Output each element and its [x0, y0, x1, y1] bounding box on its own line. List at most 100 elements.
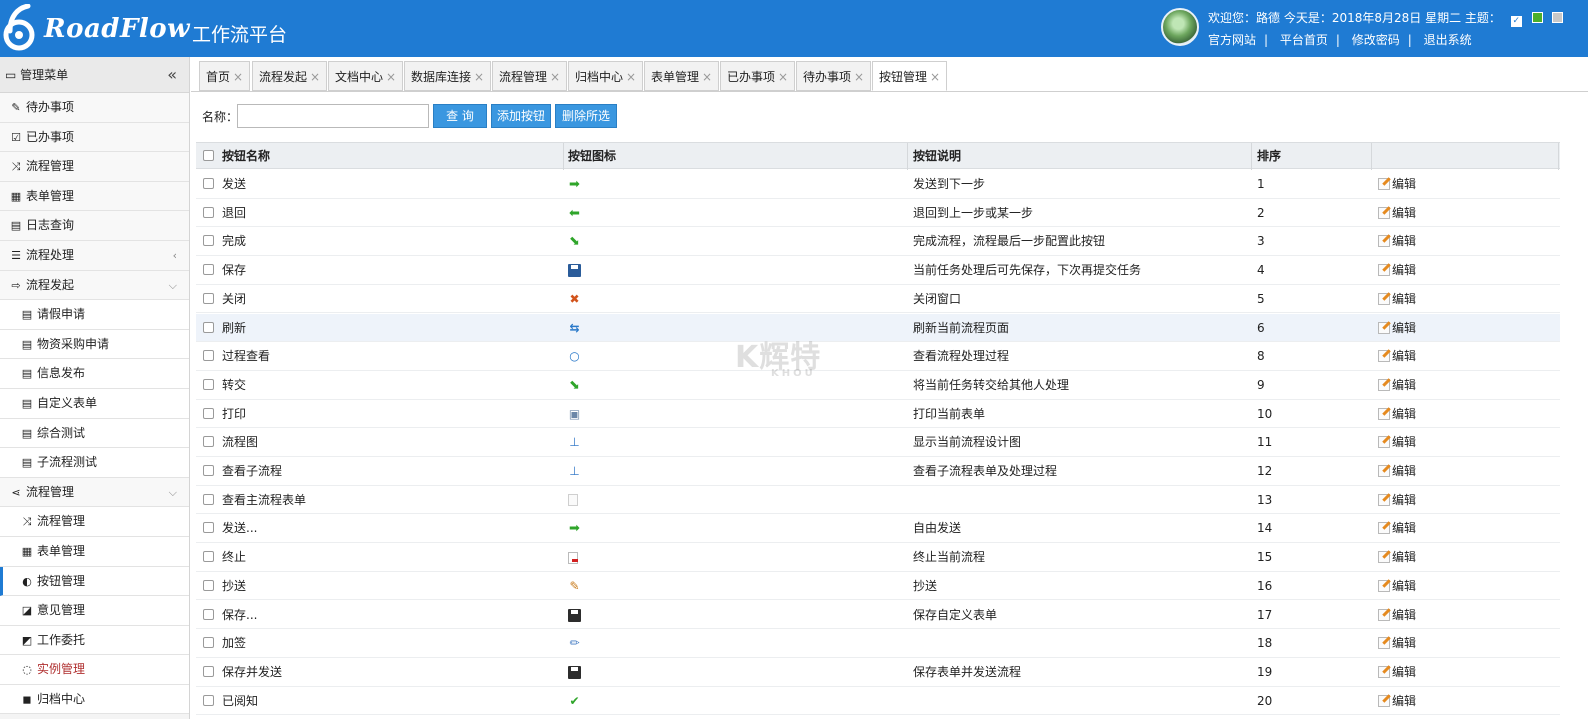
tab[interactable]: 数据库连接 ×: [404, 61, 492, 91]
scrollbar[interactable]: [1561, 142, 1588, 719]
theme-blue-check-icon[interactable]: ✓: [1510, 16, 1522, 27]
tab[interactable]: 文档中心 ×: [328, 61, 404, 91]
row-checkbox[interactable]: [203, 378, 214, 390]
close-tab-icon[interactable]: ×: [310, 70, 320, 84]
sidebar-item[interactable]: ▤ 信息发布: [0, 359, 189, 389]
close-tab-icon[interactable]: ×: [930, 70, 940, 84]
theme-green-swatch[interactable]: [1531, 12, 1543, 23]
header-name[interactable]: 按钮名称: [222, 143, 270, 169]
table-row[interactable]: 已阅知 ✔ 20 编辑: [196, 687, 1560, 716]
edit-link[interactable]: 编辑: [1378, 629, 1416, 657]
edit-link[interactable]: 编辑: [1378, 543, 1416, 571]
table-row[interactable]: 过程查看 ○ 查看流程处理过程 8 编辑: [196, 342, 1560, 371]
table-row[interactable]: 抄送 ✎ 抄送 16 编辑: [196, 572, 1560, 601]
row-checkbox[interactable]: [203, 637, 214, 649]
row-checkbox[interactable]: [203, 551, 214, 563]
table-row[interactable]: 关闭 ✖ 关闭窗口 5 编辑: [196, 285, 1560, 314]
row-checkbox[interactable]: [203, 206, 214, 218]
table-row[interactable]: 保存并发送 保存表单并发送流程 19 编辑: [196, 658, 1560, 687]
table-row[interactable]: 流程图 ⊥ 显示当前流程设计图 11 编辑: [196, 428, 1560, 457]
sidebar-item[interactable]: ▤ 请假申请: [0, 300, 189, 330]
edit-link[interactable]: 编辑: [1378, 285, 1416, 313]
sidebar-item[interactable]: ⤨ 流程管理: [0, 152, 189, 182]
sidebar-item[interactable]: ✎ 待办事项: [0, 93, 189, 123]
table-row[interactable]: 刷新 ⇆ 刷新当前流程页面 6 编辑: [196, 313, 1560, 343]
table-row[interactable]: 查看子流程 ⊥ 查看子流程表单及处理过程 12 编辑: [196, 457, 1560, 486]
tab[interactable]: 流程管理 ×: [492, 61, 568, 91]
row-checkbox[interactable]: [203, 264, 214, 276]
close-tab-icon[interactable]: ×: [626, 70, 636, 84]
logout-link[interactable]: 退出系统: [1424, 33, 1472, 47]
header-icon[interactable]: 按钮图标: [568, 143, 616, 169]
edit-link[interactable]: 编辑: [1378, 371, 1416, 399]
close-tab-icon[interactable]: ×: [474, 70, 484, 84]
edit-link[interactable]: 编辑: [1378, 342, 1416, 370]
edit-link[interactable]: 编辑: [1378, 572, 1416, 600]
table-row[interactable]: 查看主流程表单 13 编辑: [196, 486, 1560, 515]
sidebar-item[interactable]: ◪ 意见管理: [0, 596, 189, 626]
query-button[interactable]: 查 询: [433, 104, 487, 128]
edit-link[interactable]: 编辑: [1378, 428, 1416, 456]
edit-link[interactable]: 编辑: [1378, 486, 1416, 514]
sidebar-item[interactable]: ☰ 流程处理 ‹: [0, 240, 189, 271]
sidebar-item[interactable]: ⤨ 流程管理: [0, 507, 189, 537]
sidebar-item[interactable]: ◩ 工作委托: [0, 625, 189, 656]
delete-selected-button[interactable]: 删除所选: [555, 104, 617, 128]
header-desc[interactable]: 按钮说明: [913, 143, 961, 169]
table-row[interactable]: 发送... ➡ 自由发送 14 编辑: [196, 514, 1560, 544]
platform-home-link[interactable]: 平台首页: [1280, 33, 1328, 47]
tab[interactable]: 待办事项 ×: [796, 61, 872, 91]
close-tab-icon[interactable]: ×: [778, 70, 788, 84]
edit-link[interactable]: 编辑: [1378, 199, 1416, 227]
edit-link[interactable]: 编辑: [1378, 687, 1416, 715]
tab[interactable]: 表单管理 ×: [644, 61, 720, 91]
sidebar-item[interactable]: ▤ 自定义表单: [0, 388, 189, 419]
close-tab-icon[interactable]: ×: [550, 70, 560, 84]
user-avatar[interactable]: [1161, 8, 1199, 46]
row-checkbox[interactable]: [203, 292, 214, 304]
edit-link[interactable]: 编辑: [1378, 457, 1416, 485]
sidebar-item[interactable]: ☑ 已办事项: [0, 122, 189, 153]
collapse-sidebar-icon[interactable]: «: [167, 57, 177, 93]
table-row[interactable]: 完成 ⬊ 完成流程，流程最后一步配置此按钮 3 编辑: [196, 227, 1560, 257]
row-checkbox[interactable]: [203, 694, 214, 706]
sidebar-item[interactable]: ▦ 表单管理: [0, 181, 189, 212]
name-search-input[interactable]: [237, 104, 429, 128]
tab[interactable]: 已办事项 ×: [720, 61, 796, 91]
sidebar-item[interactable]: ▦ 表单管理: [0, 536, 189, 567]
table-row[interactable]: 终止 终止当前流程 15 编辑: [196, 543, 1560, 572]
table-row[interactable]: 转交 ⬊ 将当前任务转交给其他人处理 9 编辑: [196, 371, 1560, 400]
tab[interactable]: 归档中心 ×: [568, 61, 644, 91]
table-row[interactable]: 保存 当前任务处理后可先保存，下次再提交任务 4 编辑: [196, 256, 1560, 285]
table-row[interactable]: 保存... 保存自定义表单 17 编辑: [196, 601, 1560, 630]
tab[interactable]: 流程发起 ×: [252, 61, 328, 91]
expand-arrow-icon[interactable]: ⌵: [169, 478, 177, 508]
table-row[interactable]: 发送 ➡ 发送到下一步 1 编辑: [196, 170, 1560, 199]
official-site-link[interactable]: 官方网站: [1208, 33, 1256, 47]
change-password-link[interactable]: 修改密码: [1352, 33, 1400, 47]
edit-link[interactable]: 编辑: [1378, 658, 1416, 686]
edit-link[interactable]: 编辑: [1378, 514, 1416, 542]
tab[interactable]: 首页 ×: [199, 61, 251, 91]
table-row[interactable]: 加签 ✏ 18 编辑: [196, 629, 1560, 658]
sidebar-item[interactable]: ▤ 综合测试: [0, 418, 189, 449]
row-checkbox[interactable]: [203, 350, 214, 362]
edit-link[interactable]: 编辑: [1378, 400, 1416, 428]
row-checkbox[interactable]: [203, 665, 214, 677]
row-checkbox[interactable]: [203, 436, 214, 448]
edit-link[interactable]: 编辑: [1378, 314, 1416, 342]
row-checkbox[interactable]: [203, 493, 214, 505]
close-tab-icon[interactable]: ×: [702, 70, 712, 84]
expand-arrow-icon[interactable]: ‹: [173, 241, 177, 271]
edit-link[interactable]: 编辑: [1378, 227, 1416, 255]
header-order[interactable]: 排序: [1257, 143, 1281, 169]
table-row[interactable]: 退回 ⬅ 退回到上一步或某一步 2 编辑: [196, 199, 1560, 228]
select-all-checkbox[interactable]: [203, 150, 214, 161]
sidebar-item[interactable]: ⇨ 流程发起 ⌵: [0, 270, 189, 301]
row-checkbox[interactable]: [203, 522, 214, 534]
close-tab-icon[interactable]: ×: [233, 70, 243, 84]
sidebar-item[interactable]: ⋖ 流程管理 ⌵: [0, 477, 189, 508]
theme-gray-swatch[interactable]: [1552, 12, 1564, 23]
close-tab-icon[interactable]: ×: [854, 70, 864, 84]
sidebar-item[interactable]: ▤ 子流程测试: [0, 448, 189, 478]
